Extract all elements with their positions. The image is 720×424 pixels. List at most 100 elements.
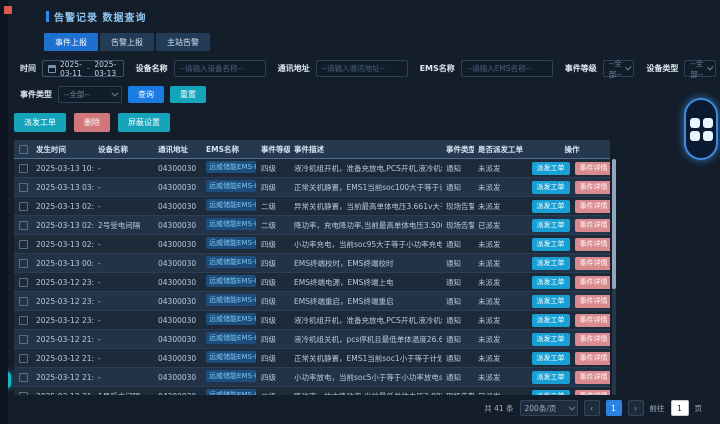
goto-page-input[interactable]	[671, 400, 689, 416]
table-scrollbar[interactable]	[612, 159, 616, 395]
cell-description: 液冷机组开机，准备充放电,PCS开机,液冷机组正常开机.	[290, 163, 442, 174]
row-checkbox[interactable]	[19, 316, 28, 325]
row-checkbox[interactable]	[19, 373, 28, 382]
row-dispatch-button[interactable]: 派发工单	[532, 390, 570, 396]
date-start[interactable]: 2025-03-11	[60, 60, 83, 78]
row-checkbox[interactable]	[19, 202, 28, 211]
cell-type: 现场告警	[442, 391, 474, 396]
row-checkbox[interactable]	[19, 392, 28, 396]
device-type-value: --全部--	[690, 58, 706, 80]
header-addr: 通讯地址	[154, 144, 202, 155]
cell-device: -	[94, 297, 154, 306]
table-row: 2025-03-12 23:30:05 - 04300030 远威储能EMS-0…	[14, 311, 610, 330]
cell-device: -	[94, 164, 154, 173]
cell-addr: 04300030	[154, 316, 202, 325]
cell-time: 2025-03-13 02:36:06	[32, 240, 94, 249]
select-all-checkbox[interactable]	[19, 145, 28, 154]
ems-name-input[interactable]	[461, 60, 553, 77]
hide-settings-button[interactable]: 屏蔽设置	[118, 113, 170, 132]
cell-dispatched: 未派发	[474, 163, 530, 174]
reset-button[interactable]: 重置	[170, 86, 206, 103]
cell-dispatched: 未派发	[474, 201, 530, 212]
page-size-select[interactable]: 200条/页	[520, 400, 578, 416]
cell-time: 2025-03-12 21:41:26	[32, 392, 94, 396]
row-checkbox[interactable]	[19, 164, 28, 173]
time-label: 时间	[20, 63, 36, 74]
row-dispatch-button[interactable]: 派发工单	[532, 352, 570, 365]
ems-tag: 远威储能EMS-04..	[206, 161, 256, 173]
row-dispatch-button[interactable]: 派发工单	[532, 295, 570, 308]
row-detail-button[interactable]: 事件详情	[575, 295, 611, 308]
ems-tag: 远威储能EMS-04..	[206, 275, 256, 287]
row-checkbox[interactable]	[19, 240, 28, 249]
tab-event-report[interactable]: 事件上报	[44, 33, 98, 51]
row-dispatch-button[interactable]: 派发工单	[532, 276, 570, 289]
cell-time: 2025-03-12 23:30:05	[32, 316, 94, 325]
page-size-value: 200条/页	[525, 403, 557, 414]
cell-addr: 04300030	[154, 354, 202, 363]
date-end[interactable]: 2025-03-13	[94, 60, 117, 78]
row-detail-button[interactable]: 事件详情	[575, 371, 611, 384]
delete-button[interactable]: 删除	[74, 113, 110, 132]
row-checkbox[interactable]	[19, 221, 28, 230]
cell-type: 通知	[442, 315, 474, 326]
cell-addr: 04300030	[154, 183, 202, 192]
query-button[interactable]: 查询	[128, 86, 164, 103]
prev-page-button[interactable]: ‹	[584, 400, 600, 416]
row-checkbox[interactable]	[19, 183, 28, 192]
row-dispatch-button[interactable]: 派发工单	[532, 181, 570, 194]
cell-dispatched: 已派发	[474, 391, 530, 396]
page-number-active[interactable]: 1	[606, 400, 622, 416]
row-dispatch-button[interactable]: 派发工单	[532, 371, 570, 384]
tab-master-alarm[interactable]: 主站告警	[156, 33, 210, 51]
row-detail-button[interactable]: 事件详情	[575, 181, 611, 194]
cell-time: 2025-03-13 02:46:13	[32, 221, 94, 230]
cell-device: 1号受电间隔	[94, 391, 154, 396]
ems-name-label: EMS名称	[420, 63, 455, 74]
row-detail-button[interactable]: 事件详情	[575, 219, 611, 232]
cell-dispatched: 未派发	[474, 239, 530, 250]
row-detail-button[interactable]: 事件详情	[575, 333, 611, 346]
total-count: 共 41 条	[484, 403, 513, 414]
next-page-button[interactable]: ›	[628, 400, 644, 416]
row-dispatch-button[interactable]: 派发工单	[532, 238, 570, 251]
dispatch-workorder-button[interactable]: 派发工单	[14, 113, 66, 132]
cell-level: 四级	[257, 277, 290, 288]
date-range-picker[interactable]: 2025-03-11 2025-03-13	[42, 60, 124, 77]
row-detail-button[interactable]: 事件详情	[575, 238, 611, 251]
row-checkbox[interactable]	[19, 259, 28, 268]
row-checkbox[interactable]	[19, 278, 28, 287]
row-dispatch-button[interactable]: 派发工单	[532, 333, 570, 346]
row-detail-button[interactable]: 事件详情	[575, 276, 611, 289]
device-type-select[interactable]: --全部--	[684, 60, 716, 77]
row-dispatch-button[interactable]: 派发工单	[532, 314, 570, 327]
device-name-input[interactable]	[174, 60, 266, 77]
cell-type: 通知	[442, 353, 474, 364]
tab-alarm-report[interactable]: 告警上报	[100, 33, 154, 51]
scrollbar-thumb[interactable]	[612, 159, 616, 289]
row-checkbox[interactable]	[19, 297, 28, 306]
row-checkbox[interactable]	[19, 354, 28, 363]
comm-addr-input[interactable]	[316, 60, 408, 77]
cell-time: 2025-03-13 03:30:40	[32, 183, 94, 192]
header-dispatched: 是否派发工单	[474, 144, 530, 155]
event-level-select[interactable]: --全部--	[603, 60, 635, 77]
device-type-label: 设备类型	[646, 63, 678, 74]
quick-menu-widget[interactable]	[684, 98, 718, 160]
table-header: 发生时间 设备名称 通讯地址 EMS名称 事件等级 事件描述 事件类型 是否派发…	[14, 140, 610, 159]
row-dispatch-button[interactable]: 派发工单	[532, 257, 570, 270]
header-operation: 操作	[530, 144, 610, 155]
row-detail-button[interactable]: 事件详情	[575, 390, 611, 396]
row-dispatch-button[interactable]: 派发工单	[532, 162, 570, 175]
row-detail-button[interactable]: 事件详情	[575, 200, 611, 213]
row-detail-button[interactable]: 事件详情	[575, 352, 611, 365]
row-checkbox[interactable]	[19, 335, 28, 344]
row-detail-button[interactable]: 事件详情	[575, 314, 611, 327]
event-type-select[interactable]: --全部--	[58, 86, 122, 103]
row-detail-button[interactable]: 事件详情	[575, 162, 611, 175]
row-detail-button[interactable]: 事件详情	[575, 257, 611, 270]
row-dispatch-button[interactable]: 派发工单	[532, 219, 570, 232]
cell-type: 通知	[442, 182, 474, 193]
row-dispatch-button[interactable]: 派发工单	[532, 200, 570, 213]
chevron-down-icon	[111, 90, 118, 97]
